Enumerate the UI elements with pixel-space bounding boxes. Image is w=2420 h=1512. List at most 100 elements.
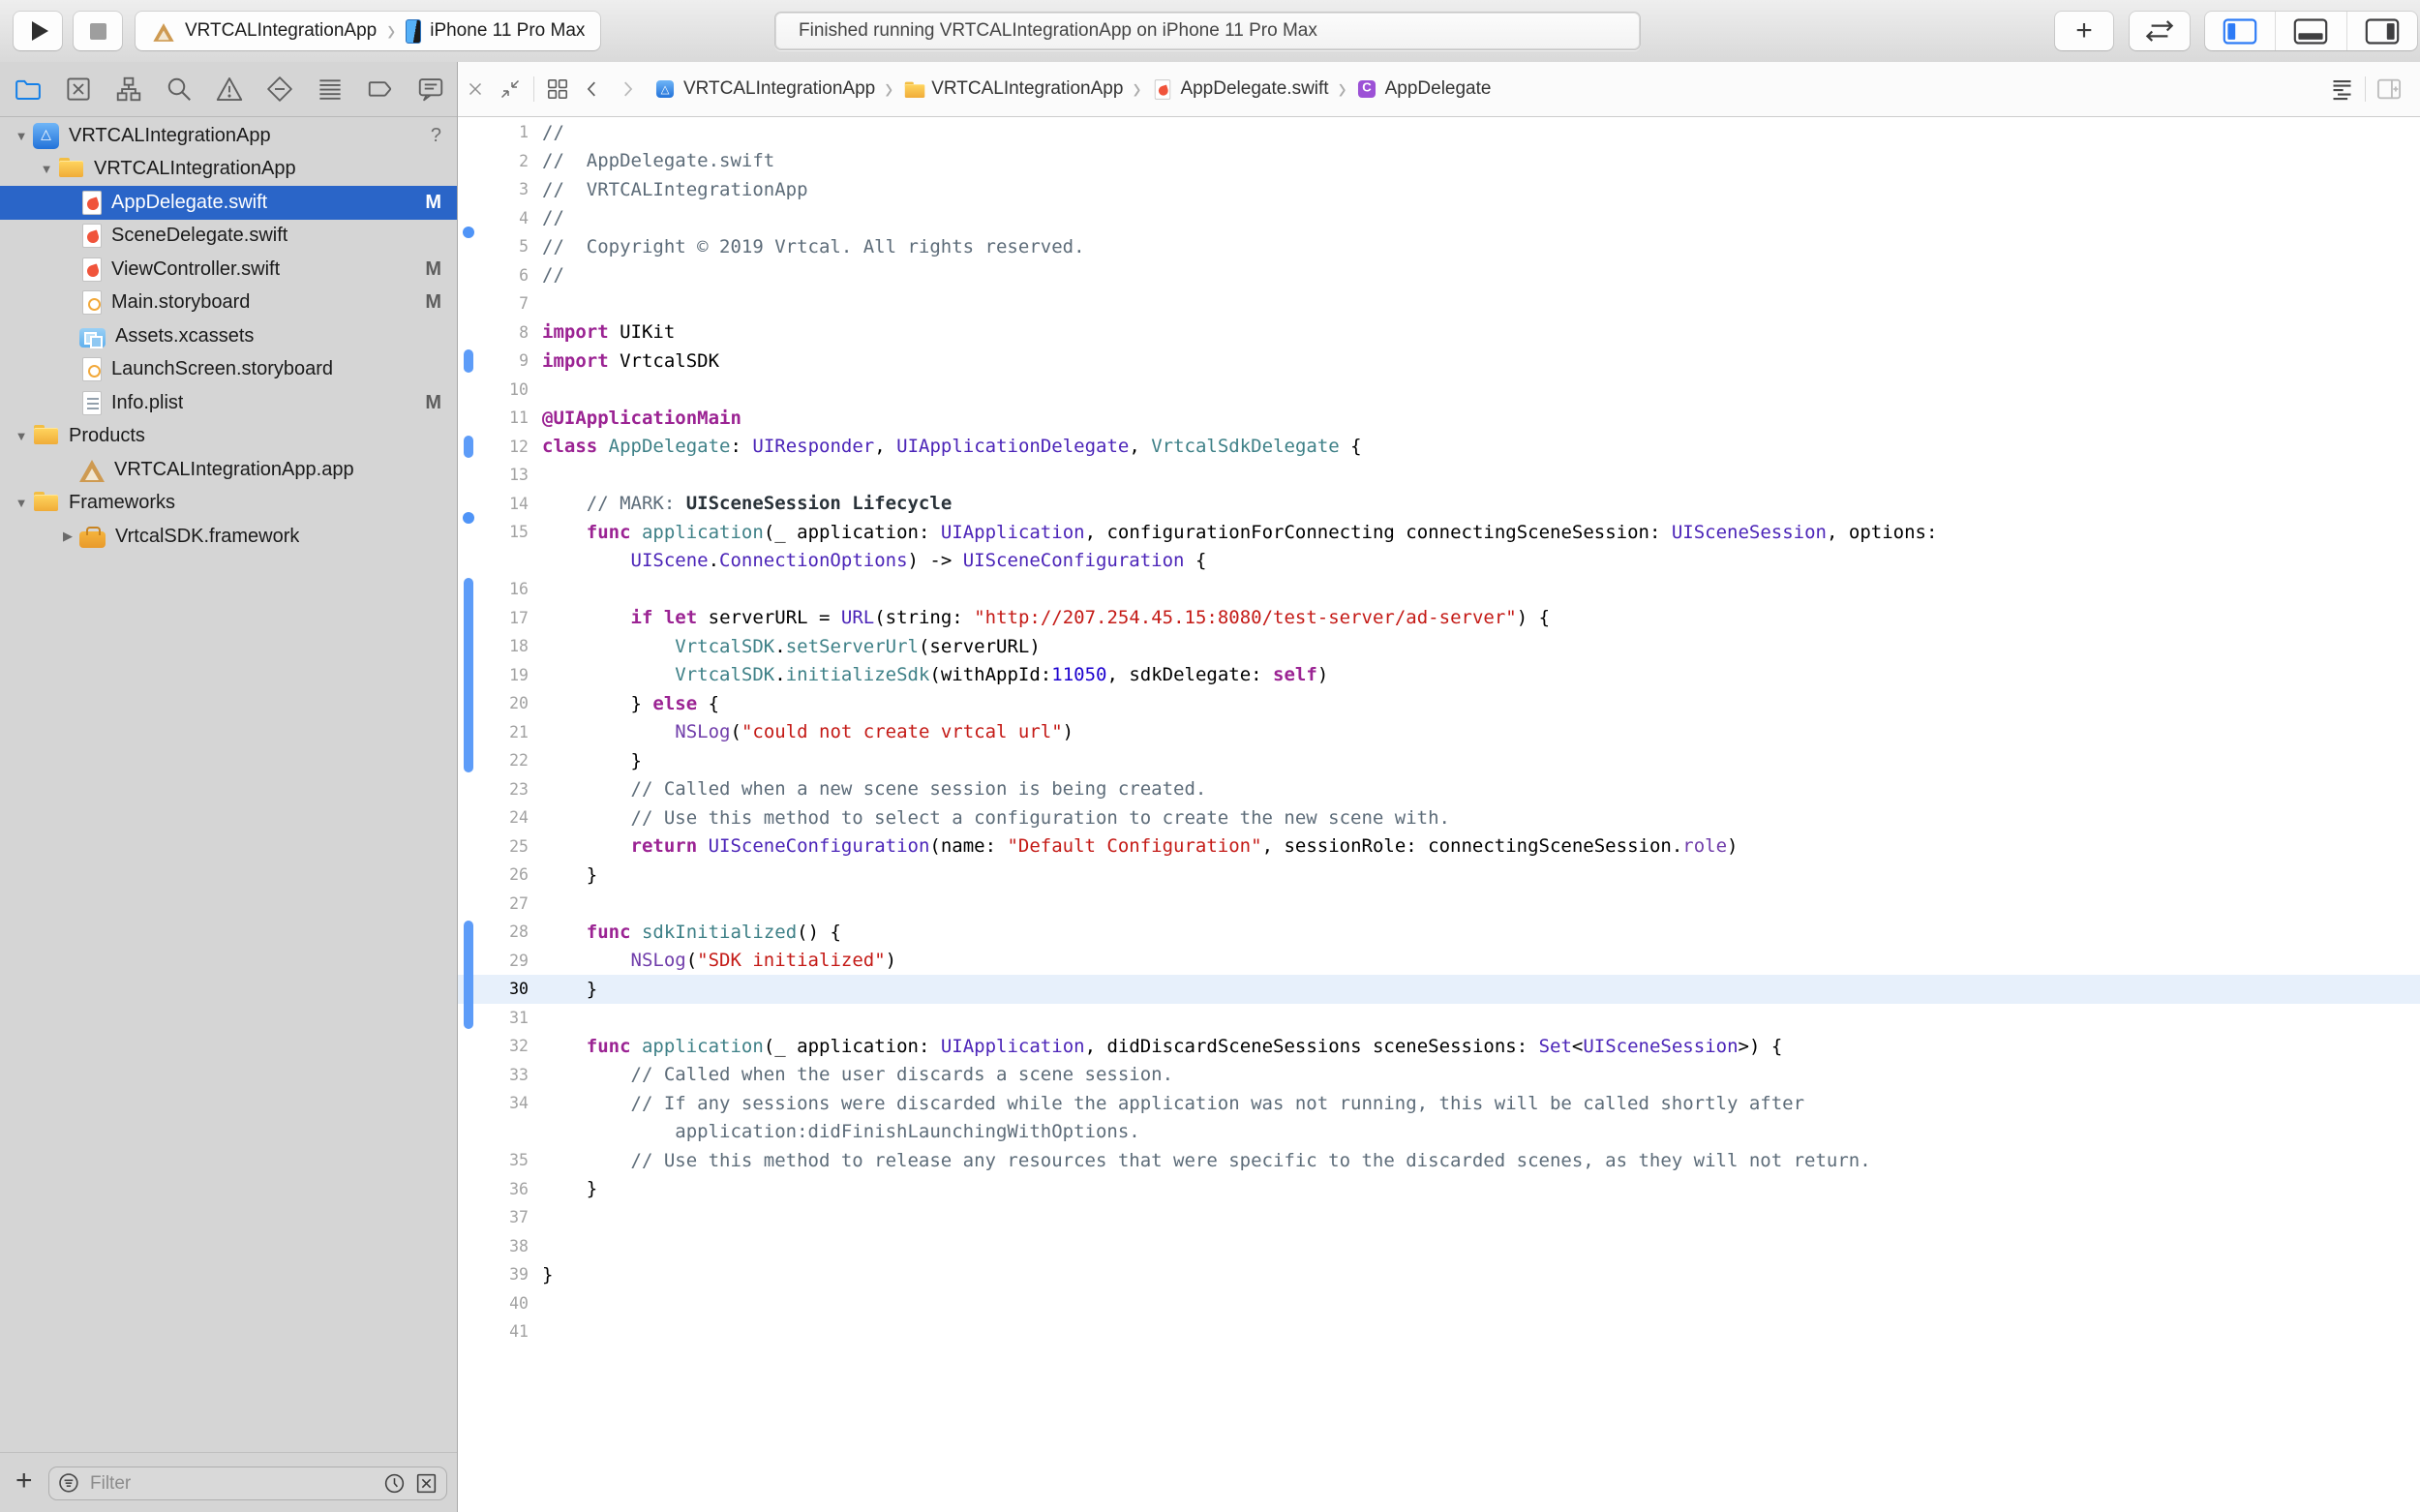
code-text[interactable]: func application(_ application: UIApplic… xyxy=(542,522,1937,543)
code-line-20[interactable]: 20 } else { xyxy=(458,689,2420,718)
code-line-39[interactable]: 39} xyxy=(458,1260,2420,1289)
disclosure-triangle[interactable]: ▼ xyxy=(10,429,33,443)
go-back-icon[interactable] xyxy=(575,75,610,104)
code-line-10[interactable]: 10 xyxy=(458,376,2420,405)
line-number[interactable]: 2 xyxy=(458,152,529,170)
disclosure-triangle[interactable]: ▼ xyxy=(10,496,33,510)
add-button[interactable]: + xyxy=(2055,12,2113,50)
line-number[interactable]: 11 xyxy=(458,408,529,427)
close-editor-icon[interactable] xyxy=(458,75,493,104)
file-row-products[interactable]: ▼Products xyxy=(0,420,457,454)
code-text[interactable]: // xyxy=(542,207,564,228)
scheme-selector[interactable]: VRTCALIntegrationApp › iPhone 11 Pro Max xyxy=(136,12,600,50)
code-line-1[interactable]: 1// xyxy=(458,118,2420,147)
line-number[interactable]: 35 xyxy=(458,1151,529,1169)
recents-clock-icon[interactable] xyxy=(382,1471,407,1496)
code-text[interactable]: // If any sessions were discarded while … xyxy=(542,1093,1804,1114)
code-line-13[interactable]: 13 xyxy=(458,461,2420,490)
destination-name[interactable]: iPhone 11 Pro Max xyxy=(430,20,585,42)
code-text[interactable]: } xyxy=(542,1178,597,1199)
issue-navigator-icon[interactable] xyxy=(215,75,244,104)
code-text[interactable]: // VRTCALIntegrationApp xyxy=(542,179,808,200)
file-row-launchscreen-storyboard[interactable]: LaunchScreen.storyboard xyxy=(0,353,457,387)
code-line-15[interactable]: 15 func application(_ application: UIApp… xyxy=(458,518,2420,547)
line-number[interactable]: 24 xyxy=(458,808,529,827)
code-text[interactable]: // Called when the user discards a scene… xyxy=(542,1064,1173,1085)
line-number[interactable]: 40 xyxy=(458,1294,529,1313)
line-number[interactable]: 4 xyxy=(458,209,529,227)
line-number[interactable]: 15 xyxy=(458,523,529,541)
line-number[interactable]: 34 xyxy=(458,1094,529,1112)
code-text[interactable]: VrtcalSDK.initializeSdk(withAppId:11050,… xyxy=(542,664,1328,685)
debug-navigator-icon[interactable] xyxy=(316,75,345,104)
breadcrumb-item[interactable]: VRTCALIntegrationApp xyxy=(683,78,875,100)
line-number[interactable]: 33 xyxy=(458,1066,529,1084)
find-navigator-icon[interactable] xyxy=(165,75,194,104)
disclosure-triangle[interactable]: ▼ xyxy=(35,162,58,176)
line-number[interactable]: 23 xyxy=(458,780,529,799)
code-text[interactable]: } xyxy=(542,1264,553,1285)
code-line-31[interactable]: 31 xyxy=(458,1004,2420,1033)
line-number[interactable]: 37 xyxy=(458,1208,529,1226)
stop-button[interactable] xyxy=(74,12,122,50)
code-line-6[interactable]: 6// xyxy=(458,261,2420,290)
line-number[interactable]: 10 xyxy=(458,380,529,399)
file-row-frameworks[interactable]: ▼Frameworks xyxy=(0,487,457,521)
file-row-vrtcalintegrationapp[interactable]: ▼VRTCALIntegrationApp xyxy=(0,153,457,187)
line-number[interactable]: 38 xyxy=(458,1237,529,1255)
add-file-button[interactable]: + xyxy=(15,1465,33,1497)
line-number[interactable]: 8 xyxy=(458,323,529,342)
code-line-38[interactable]: 38 xyxy=(458,1232,2420,1261)
code-text[interactable]: @UIApplicationMain xyxy=(542,408,741,429)
code-text[interactable]: } xyxy=(542,864,597,886)
disclosure-triangle[interactable]: ▶ xyxy=(56,529,79,544)
editor-swap-button[interactable] xyxy=(2130,12,2190,50)
code-line-34-wrap[interactable]: application:didFinishLaunchingWithOption… xyxy=(458,1118,2420,1147)
report-navigator-icon[interactable] xyxy=(416,75,445,104)
source-control-navigator-icon[interactable] xyxy=(64,75,93,104)
toggle-debug-area-button[interactable] xyxy=(2275,12,2345,50)
collapse-arrows-icon[interactable] xyxy=(493,75,528,104)
breakpoint-navigator-icon[interactable] xyxy=(366,75,395,104)
code-text[interactable]: // Called when a new scene session is be… xyxy=(542,778,1206,800)
project-navigator-icon[interactable] xyxy=(14,75,43,104)
code-text[interactable]: VrtcalSDK.setServerUrl(serverURL) xyxy=(542,636,1041,657)
line-number[interactable]: 27 xyxy=(458,894,529,913)
code-line-35[interactable]: 35 // Use this method to release any res… xyxy=(458,1146,2420,1175)
disclosure-triangle[interactable]: ▼ xyxy=(10,129,33,143)
file-row-vrtcalintegrationapp[interactable]: ▼VRTCALIntegrationApp? xyxy=(0,119,457,153)
code-text[interactable]: UIScene.ConnectionOptions) -> UISceneCon… xyxy=(542,550,1206,571)
file-row-scenedelegate-swift[interactable]: SceneDelegate.swift xyxy=(0,220,457,254)
code-text[interactable]: import VrtcalSDK xyxy=(542,350,719,372)
code-text[interactable]: // Use this method to select a configura… xyxy=(542,807,1450,829)
toggle-inspector-button[interactable] xyxy=(2346,12,2417,50)
breadcrumb-item[interactable]: AppDelegate.swift xyxy=(1180,78,1328,100)
code-line-37[interactable]: 37 xyxy=(458,1203,2420,1232)
code-line-32[interactable]: 32 func application(_ application: UIApp… xyxy=(458,1032,2420,1061)
code-line-28[interactable]: 28 func sdkInitialized() { xyxy=(458,918,2420,947)
line-number[interactable]: 7 xyxy=(458,294,529,313)
code-text[interactable]: class AppDelegate: UIResponder, UIApplic… xyxy=(542,436,1362,457)
breadcrumb-item[interactable]: VRTCALIntegrationApp xyxy=(931,78,1123,100)
code-line-3[interactable]: 3// VRTCALIntegrationApp xyxy=(458,175,2420,204)
code-line-30[interactable]: 30 } xyxy=(458,975,2420,1004)
scheme-name[interactable]: VRTCALIntegrationApp xyxy=(185,20,377,42)
file-row-main-storyboard[interactable]: Main.storyboardM xyxy=(0,287,457,320)
code-line-8[interactable]: 8import UIKit xyxy=(458,318,2420,348)
code-line-21[interactable]: 21 NSLog("could not create vrtcal url") xyxy=(458,718,2420,747)
code-line-40[interactable]: 40 xyxy=(458,1289,2420,1318)
code-line-27[interactable]: 27 xyxy=(458,890,2420,919)
line-number[interactable]: 36 xyxy=(458,1180,529,1198)
file-row-vrtcalsdk-framework[interactable]: ▶VrtcalSDK.framework xyxy=(0,520,457,554)
code-line-41[interactable]: 41 xyxy=(458,1317,2420,1346)
related-items-icon[interactable] xyxy=(540,75,575,104)
go-forward-icon[interactable] xyxy=(610,75,645,104)
code-line-7[interactable]: 7 xyxy=(458,289,2420,318)
code-text[interactable]: } xyxy=(542,979,597,1000)
code-line-23[interactable]: 23 // Called when a new scene session is… xyxy=(458,775,2420,804)
code-text[interactable]: // xyxy=(542,122,564,143)
line-number[interactable]: 14 xyxy=(458,495,529,513)
run-button[interactable] xyxy=(14,12,62,50)
add-editor-icon[interactable] xyxy=(2372,75,2406,104)
code-text[interactable]: application:didFinishLaunchingWithOption… xyxy=(542,1121,1140,1142)
